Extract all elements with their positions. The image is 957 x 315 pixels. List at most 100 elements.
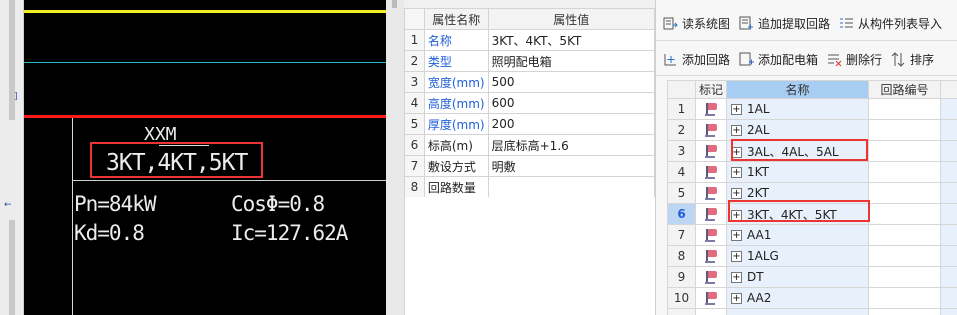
add-distribution-box-button[interactable]: 添加配电箱 [739, 51, 818, 68]
sort-button[interactable]: 排序 [891, 51, 934, 68]
table-row[interactable]: 4 +1KT [667, 161, 957, 183]
col-header-value[interactable]: 属性值 [487, 8, 656, 30]
extra-cell[interactable] [940, 182, 957, 204]
property-row[interactable]: 3 宽度(mm) 500 [404, 71, 656, 93]
extra-cell[interactable] [940, 245, 957, 267]
expand-icon[interactable]: + [731, 293, 742, 304]
expand-icon[interactable]: + [731, 251, 742, 262]
row-number[interactable]: 4 [667, 161, 696, 183]
read-system-diagram-button[interactable]: 读系统图 [663, 15, 730, 32]
extra-cell[interactable] [940, 203, 957, 225]
mark-cell[interactable] [695, 245, 727, 267]
flag-icon [705, 249, 717, 264]
add-circuit-button[interactable]: 添加回路 [663, 51, 730, 68]
extra-cell[interactable] [940, 119, 957, 141]
property-row[interactable]: 6 标高(m) 层底标高+1.6 [404, 134, 656, 156]
row-number[interactable]: 7 [667, 224, 696, 246]
property-row[interactable]: 1 名称 3KT、4KT、5KT [404, 29, 656, 51]
expand-icon[interactable]: + [731, 104, 742, 115]
expand-icon[interactable]: + [731, 167, 742, 178]
mark-cell[interactable] [695, 266, 727, 288]
property-row[interactable]: 7 敷设方式 明敷 [404, 155, 656, 177]
append-extract-button[interactable]: 追加提取回路 [739, 15, 830, 32]
expand-icon[interactable]: + [731, 230, 742, 241]
circuit-number-cell[interactable] [868, 119, 941, 141]
col-header-name[interactable]: 名称 [726, 80, 869, 99]
circuit-number-cell[interactable] [868, 203, 941, 225]
circuit-number-cell[interactable] [868, 161, 941, 183]
table-row-partial[interactable] [667, 308, 957, 315]
col-header-mark[interactable]: 标记 [695, 80, 727, 99]
row-number[interactable]: 1 [667, 98, 696, 120]
panel-splitter[interactable] [386, 0, 404, 315]
name-cell[interactable]: +1ALG [726, 245, 869, 267]
name-cell[interactable]: + AA1 [726, 224, 869, 246]
extra-cell[interactable] [940, 140, 957, 162]
property-value[interactable]: 3KT、4KT、5KT [487, 29, 656, 51]
row-number[interactable]: 3 [667, 140, 696, 162]
table-row[interactable]: 10 + AA2 [667, 287, 957, 309]
table-row[interactable]: 8 +1ALG [667, 245, 957, 267]
extra-cell[interactable] [940, 98, 957, 120]
mark-cell[interactable] [695, 182, 727, 204]
expand-icon[interactable]: + [731, 188, 742, 199]
cad-drawing-canvas[interactable]: XXM 3KT,4KT,5KT Pn=84kW CosΦ=0.8 Kd=0.8 … [24, 0, 386, 315]
property-value[interactable] [487, 176, 656, 198]
vertical-scrollbar-lower[interactable] [9, 220, 15, 315]
row-number[interactable]: 6 [667, 203, 696, 225]
property-value[interactable]: 照明配电箱 [487, 50, 656, 72]
table-row[interactable]: 2 +2AL [667, 119, 957, 141]
extra-cell[interactable] [940, 224, 957, 246]
grid-corner-cell[interactable] [667, 80, 696, 99]
row-number[interactable]: 9 [667, 266, 696, 288]
circuit-number-cell[interactable] [868, 266, 941, 288]
name-cell[interactable]: +1AL [726, 98, 869, 120]
row-number[interactable]: 10 [667, 287, 696, 309]
mark-cell[interactable] [695, 161, 727, 183]
circuit-number-cell[interactable] [868, 182, 941, 204]
extra-cell[interactable] [940, 161, 957, 183]
toolbar-bottom: 添加回路 添加配电箱 删除行 排序 [663, 46, 943, 72]
property-value[interactable]: 层底标高+1.6 [487, 134, 656, 156]
row-number[interactable]: 2 [667, 119, 696, 141]
mark-cell[interactable] [695, 224, 727, 246]
extra-cell[interactable] [940, 287, 957, 309]
table-row[interactable]: 9 + DT [667, 266, 957, 288]
circuit-number-cell[interactable] [868, 287, 941, 309]
circuit-number-cell[interactable] [868, 140, 941, 162]
col-header-name[interactable]: 属性名称 [423, 8, 489, 30]
property-value[interactable]: 600 [487, 92, 656, 114]
name-cell[interactable]: +1KT [726, 161, 869, 183]
property-row[interactable]: 4 高度(mm) 600 [404, 92, 656, 114]
vertical-scrollbar[interactable] [9, 0, 15, 120]
circuit-number-cell[interactable] [868, 245, 941, 267]
property-value[interactable]: 200 [487, 113, 656, 135]
extra-cell[interactable] [940, 266, 957, 288]
mark-cell[interactable] [695, 140, 727, 162]
table-row[interactable]: 1 +1AL [667, 98, 957, 120]
mark-cell[interactable] [695, 287, 727, 309]
property-value[interactable]: 明敷 [487, 155, 656, 177]
name-cell[interactable]: +2AL [726, 119, 869, 141]
property-value[interactable]: 500 [487, 71, 656, 93]
property-row[interactable]: 8 回路数量 [404, 176, 656, 198]
row-number[interactable]: 5 [667, 182, 696, 204]
property-row[interactable]: 2 类型 照明配电箱 [404, 50, 656, 72]
circuit-number-cell[interactable] [868, 224, 941, 246]
circuit-number-cell[interactable] [868, 98, 941, 120]
property-row[interactable]: 5 厚度(mm) 200 [404, 113, 656, 135]
delete-row-button[interactable]: 删除行 [827, 51, 882, 68]
import-from-list-button[interactable]: 从构件列表导入 [839, 15, 942, 32]
mark-cell[interactable] [695, 203, 727, 225]
property-name: 回路数量 [423, 176, 489, 198]
expand-icon[interactable]: + [731, 272, 742, 283]
expand-icon[interactable]: + [731, 125, 742, 136]
table-row[interactable]: 7 + AA1 [667, 224, 957, 246]
col-header-circuit-number[interactable]: 回路编号 [868, 80, 941, 99]
col-header-extra[interactable] [940, 80, 957, 99]
row-number[interactable]: 8 [667, 245, 696, 267]
mark-cell[interactable] [695, 119, 727, 141]
mark-cell[interactable] [695, 98, 727, 120]
name-cell[interactable]: + DT [726, 266, 869, 288]
name-cell[interactable]: + AA2 [726, 287, 869, 309]
